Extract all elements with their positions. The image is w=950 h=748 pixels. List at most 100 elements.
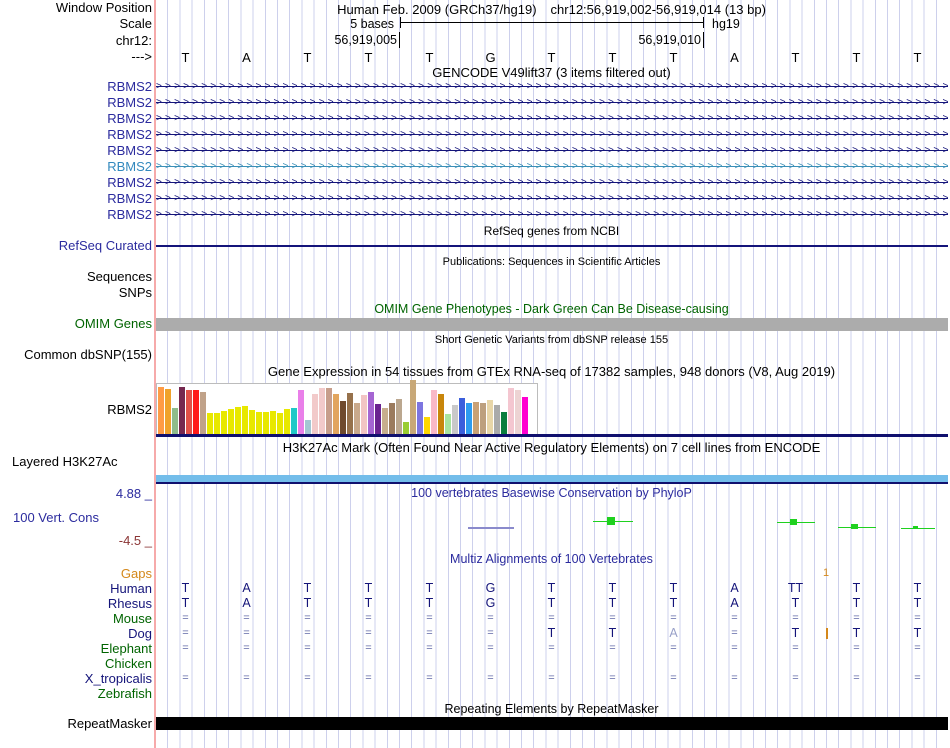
scale-bar (400, 22, 704, 23)
refseq-curated-line[interactable] (156, 245, 948, 247)
refseq-curated-label[interactable]: RefSeq Curated (0, 238, 152, 253)
aln-elephant-base-8: = (609, 642, 616, 654)
omim-genes-bar[interactable] (156, 318, 948, 331)
layered-h3k27ac-bar[interactable] (156, 475, 948, 482)
gtex-bar-7 (200, 392, 206, 435)
aln-rhesus-base-2: A (242, 596, 251, 610)
gtex-bar-3 (172, 408, 178, 435)
gtex-bar-28 (347, 393, 353, 435)
aln-elephant-base-3: = (304, 642, 311, 654)
assembly-short: hg19 (712, 17, 740, 31)
aln-human-base-9: T (669, 581, 678, 595)
gaps-label[interactable]: Gaps (0, 566, 152, 581)
gtex-bar-21 (298, 390, 304, 435)
gencode-gene-row-7[interactable]: >>>>>>>>>>>>>>>>>>>>>>>>>>>>>>>>>>>>>>>>… (156, 176, 948, 189)
gtex-bar-12 (235, 407, 241, 435)
gtex-bar-42 (445, 414, 451, 435)
h3k27ac-title[interactable]: H3K27Ac Mark (Often Found Near Active Re… (155, 440, 948, 455)
gtex-bar-43 (452, 405, 458, 435)
gencode-gene-row-5[interactable]: >>>>>>>>>>>>>>>>>>>>>>>>>>>>>>>>>>>>>>>>… (156, 144, 948, 157)
sequences-label[interactable]: Sequences (0, 269, 152, 284)
gencode-gene-row-8[interactable]: >>>>>>>>>>>>>>>>>>>>>>>>>>>>>>>>>>>>>>>>… (156, 192, 948, 205)
gencode-gene-row-1[interactable]: >>>>>>>>>>>>>>>>>>>>>>>>>>>>>>>>>>>>>>>>… (156, 80, 948, 93)
phylop-mark-square-5 (913, 526, 918, 529)
gtex-bar-47 (480, 403, 486, 435)
gencode-gene-label-5[interactable]: RBMS2 (0, 143, 152, 158)
gtex-title[interactable]: Gene Expression in 54 tissues from GTEx … (155, 364, 948, 379)
elephant-label[interactable]: Elephant (0, 641, 152, 656)
aln-human-base-1: T (181, 581, 190, 595)
aln-human-base-3: T (303, 581, 312, 595)
omim-title[interactable]: OMIM Gene Phenotypes - Dark Green Can Be… (155, 302, 948, 317)
refseq-title[interactable]: RefSeq genes from NCBI (155, 224, 948, 239)
gencode-gene-label-4[interactable]: RBMS2 (0, 127, 152, 142)
cons-min-label: -4.5 _ (118, 533, 152, 548)
aln-mouse-base-4: = (365, 612, 372, 624)
omim-genes-label[interactable]: OMIM Genes (0, 316, 152, 331)
gtex-expression-chart[interactable] (156, 380, 538, 436)
rhesus-label[interactable]: Rhesus (0, 596, 152, 611)
phylop-title[interactable]: 100 vertebrates Basewise Conservation by… (155, 486, 948, 501)
gencode-gene-label-7[interactable]: RBMS2 (0, 175, 152, 190)
aln-mouse-base-1: = (182, 612, 189, 624)
gencode-gene-label-2[interactable]: RBMS2 (0, 95, 152, 110)
aln-dog-base-3: = (304, 627, 311, 639)
snps-label[interactable]: SNPs (0, 285, 152, 300)
vert-cons-label[interactable]: 100 Vert. Cons (13, 510, 99, 525)
ruler-base-5: T (425, 50, 434, 65)
aln-elephant-base-1: = (182, 642, 189, 654)
gtex-bar-20 (291, 408, 297, 435)
gencode-gene-label-1[interactable]: RBMS2 (0, 79, 152, 94)
gtex-bar-5 (186, 390, 192, 435)
human-label[interactable]: Human (0, 581, 152, 596)
gencode-gene-label-8[interactable]: RBMS2 (0, 191, 152, 206)
gtex-bar-16 (263, 412, 269, 435)
aln-x_tropicalis-base-11: = (792, 672, 799, 684)
mouse-label[interactable]: Mouse (0, 611, 152, 626)
repeatmasker-title[interactable]: Repeating Elements by RepeatMasker (155, 702, 948, 717)
aln-human-base-12: T (852, 581, 861, 595)
aln-rhesus-base-11: T (791, 596, 800, 610)
xtropicalis-label[interactable]: X_tropicalis (0, 671, 152, 686)
common-dbsnp-label[interactable]: Common dbSNP(155) (0, 347, 152, 362)
ruler-base-4: T (364, 50, 373, 65)
gtex-bar-30 (361, 395, 367, 435)
gtex-bar-48 (487, 400, 493, 435)
aln-mouse-base-8: = (609, 612, 616, 624)
aln-mouse-base-11: = (792, 612, 799, 624)
gencode-gene-row-2[interactable]: >>>>>>>>>>>>>>>>>>>>>>>>>>>>>>>>>>>>>>>>… (156, 96, 948, 109)
repeatmasker-bar[interactable] (156, 717, 948, 730)
aln-dog-base-9: A (669, 626, 678, 640)
aln-x_tropicalis-base-8: = (609, 672, 616, 684)
gencode-gene-row-6[interactable]: >>>>>>>>>>>>>>>>>>>>>>>>>>>>>>>>>>>>>>>>… (156, 160, 948, 173)
aln-x_tropicalis-base-7: = (548, 672, 555, 684)
repeatmasker-label[interactable]: RepeatMasker (0, 716, 152, 731)
multiz-title[interactable]: Multiz Alignments of 100 Vertebrates (155, 552, 948, 567)
gencode-gene-row-9[interactable]: >>>>>>>>>>>>>>>>>>>>>>>>>>>>>>>>>>>>>>>>… (156, 208, 948, 221)
aln-x_tropicalis-base-1: = (182, 672, 189, 684)
layered-h3k27ac-label[interactable]: Layered H3K27Ac (12, 454, 118, 469)
aln-elephant-base-12: = (853, 642, 860, 654)
phylop-mark-square-3 (790, 519, 797, 525)
dbsnp-title[interactable]: Short Genetic Variants from dbSNP releas… (155, 333, 948, 348)
gencode-gene-row-3[interactable]: >>>>>>>>>>>>>>>>>>>>>>>>>>>>>>>>>>>>>>>>… (156, 112, 948, 125)
coord-left: 56,919,005 (334, 33, 397, 47)
gtex-bar-45 (466, 403, 472, 435)
gencode-gene-label-6[interactable]: RBMS2 (0, 159, 152, 174)
gtex-bar-41 (438, 394, 444, 435)
gencode-gene-label-3[interactable]: RBMS2 (0, 111, 152, 126)
publications-title[interactable]: Publications: Sequences in Scientific Ar… (155, 255, 948, 270)
aln-human-base-6: G (485, 581, 496, 595)
aln-human-base-11: TT (787, 581, 804, 595)
aln-human-base-10: A (730, 581, 739, 595)
dog-label[interactable]: Dog (0, 626, 152, 641)
gencode-title[interactable]: GENCODE V49lift37 (3 items filtered out) (155, 65, 948, 80)
gencode-gene-row-4[interactable]: >>>>>>>>>>>>>>>>>>>>>>>>>>>>>>>>>>>>>>>>… (156, 128, 948, 141)
gtex-bar-1 (158, 387, 164, 435)
chicken-label[interactable]: Chicken (0, 656, 152, 671)
zebrafish-label[interactable]: Zebrafish (0, 686, 152, 701)
gtex-gene-label[interactable]: RBMS2 (0, 402, 152, 417)
aln-rhesus-base-7: T (547, 596, 556, 610)
gencode-gene-label-9[interactable]: RBMS2 (0, 207, 152, 222)
aln-elephant-base-10: = (731, 642, 738, 654)
